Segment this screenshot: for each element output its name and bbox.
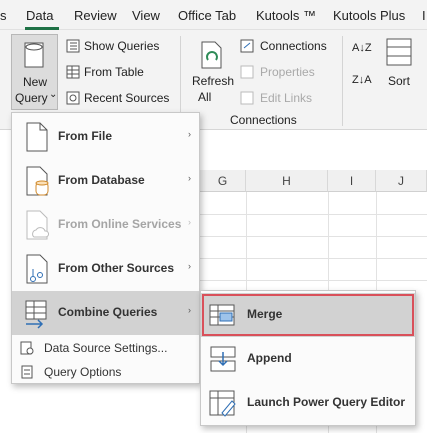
grid-line <box>200 258 427 259</box>
menu-item-label: Merge <box>247 307 283 321</box>
new-query-label-2: Query <box>15 91 48 105</box>
new-query-icon <box>24 42 44 68</box>
edit-links-icon <box>240 91 254 105</box>
refresh-label-1: Refresh <box>192 74 235 88</box>
sort-za-icon: Z↓A <box>352 74 372 86</box>
grid-line <box>200 236 427 237</box>
edit-links-button[interactable]: Edit Links <box>240 90 340 108</box>
sort-button[interactable]: Sort <box>384 34 416 94</box>
settings-icon <box>20 341 34 355</box>
column-header-i[interactable]: I <box>328 170 376 192</box>
menu-item-label: Query Options <box>44 365 122 379</box>
grid-line <box>200 280 427 281</box>
properties-button[interactable]: Properties <box>240 64 340 82</box>
ribbon-separator <box>342 36 343 126</box>
new-query-button[interactable]: New Query ⌄ <box>11 34 58 110</box>
tab-kutools[interactable]: Kutools ™ <box>256 8 316 23</box>
menu-item-launch-power-query-editor[interactable]: Launch Power Query Editor <box>201 381 415 425</box>
tab-kutools-plus[interactable]: Kutools Plus <box>333 8 405 23</box>
menu-item-from-file[interactable]: From File › <box>12 115 199 159</box>
connections-button[interactable]: Connections <box>240 38 340 56</box>
menu-item-from-database[interactable]: From Database › <box>12 159 199 203</box>
column-header-j[interactable]: J <box>376 170 427 192</box>
from-table-label: From Table <box>84 65 144 79</box>
show-queries-label: Show Queries <box>84 39 160 53</box>
tab-office-tab[interactable]: Office Tab <box>178 8 236 23</box>
grid-line <box>200 214 427 215</box>
column-header-h[interactable]: H <box>246 170 328 192</box>
combine-queries-submenu: Merge Append Launch Power Query Editor <box>200 290 416 426</box>
chevron-down-icon: ⌄ <box>49 89 58 100</box>
edit-links-label: Edit Links <box>260 91 313 105</box>
chevron-right-icon: › <box>188 217 191 227</box>
sort-az-icon: A↓Z <box>352 42 372 54</box>
refresh-all-button[interactable]: Refresh All <box>188 34 234 110</box>
combine-icon <box>25 300 47 329</box>
menu-bar: s Data Review View Office Tab Kutools ™ … <box>0 0 427 30</box>
menu-item-from-other-sources[interactable]: From Other Sources › <box>12 247 199 291</box>
sort-za-button[interactable]: Z↓A <box>352 70 374 96</box>
recent-sources-icon <box>66 91 80 105</box>
chevron-right-icon: › <box>188 305 191 315</box>
refresh-label-2: All <box>198 90 212 104</box>
menu-item-data-source-settings[interactable]: Data Source Settings... <box>12 337 199 359</box>
tab-data[interactable]: Data <box>26 8 53 23</box>
editor-icon <box>209 390 236 417</box>
properties-icon <box>240 65 254 79</box>
new-query-label-1: New <box>23 75 48 89</box>
recent-sources-label: Recent Sources <box>84 91 170 105</box>
from-table-button[interactable]: From Table <box>64 64 174 82</box>
new-query-menu: From File › From Database › From Online … <box>11 112 200 384</box>
menu-item-from-online-services[interactable]: From Online Services › <box>12 203 199 247</box>
sort-icon <box>386 38 412 66</box>
menu-item-label: From File <box>58 129 113 143</box>
recent-sources-button[interactable]: Recent Sources <box>64 90 174 108</box>
cloud-icon <box>26 210 50 240</box>
column-header-g[interactable]: G <box>200 170 246 192</box>
menu-item-label: Append <box>247 351 292 365</box>
connections-icon <box>240 39 254 53</box>
chevron-right-icon: › <box>188 261 191 271</box>
options-icon <box>21 365 33 379</box>
menu-item-label: Combine Queries <box>58 305 158 319</box>
file-icon <box>26 122 48 152</box>
menu-item-append[interactable]: Append <box>201 337 415 381</box>
menu-item-query-options[interactable]: Query Options <box>12 361 199 383</box>
chevron-right-icon: › <box>188 129 191 139</box>
tab-partial-left[interactable]: s <box>0 8 7 23</box>
menu-item-merge[interactable]: Merge <box>201 293 415 337</box>
menu-item-label: From Database <box>58 173 145 187</box>
show-queries-icon <box>66 39 80 53</box>
append-icon <box>210 346 236 372</box>
menu-item-label: Data Source Settings... <box>44 341 168 355</box>
menu-item-label: Launch Power Query Editor <box>247 395 406 409</box>
sort-label: Sort <box>388 74 411 88</box>
sort-az-button[interactable]: A↓Z <box>352 38 374 64</box>
database-icon <box>26 166 49 196</box>
tab-review[interactable]: Review <box>74 8 117 23</box>
show-queries-button[interactable]: Show Queries <box>64 38 174 56</box>
menu-item-combine-queries[interactable]: Combine Queries › <box>12 291 199 335</box>
tab-view[interactable]: View <box>132 8 160 23</box>
merge-icon <box>209 304 235 326</box>
properties-label: Properties <box>260 65 315 79</box>
tab-partial-right[interactable]: I <box>422 8 426 23</box>
chevron-right-icon: › <box>188 173 191 183</box>
connections-label: Connections <box>260 39 327 53</box>
refresh-icon <box>201 41 222 69</box>
table-icon <box>66 65 80 79</box>
group-label-connections: Connections <box>230 113 297 127</box>
menu-item-label: From Online Services <box>58 217 182 231</box>
menu-item-label: From Other Sources <box>58 261 175 275</box>
other-sources-icon <box>26 254 48 284</box>
